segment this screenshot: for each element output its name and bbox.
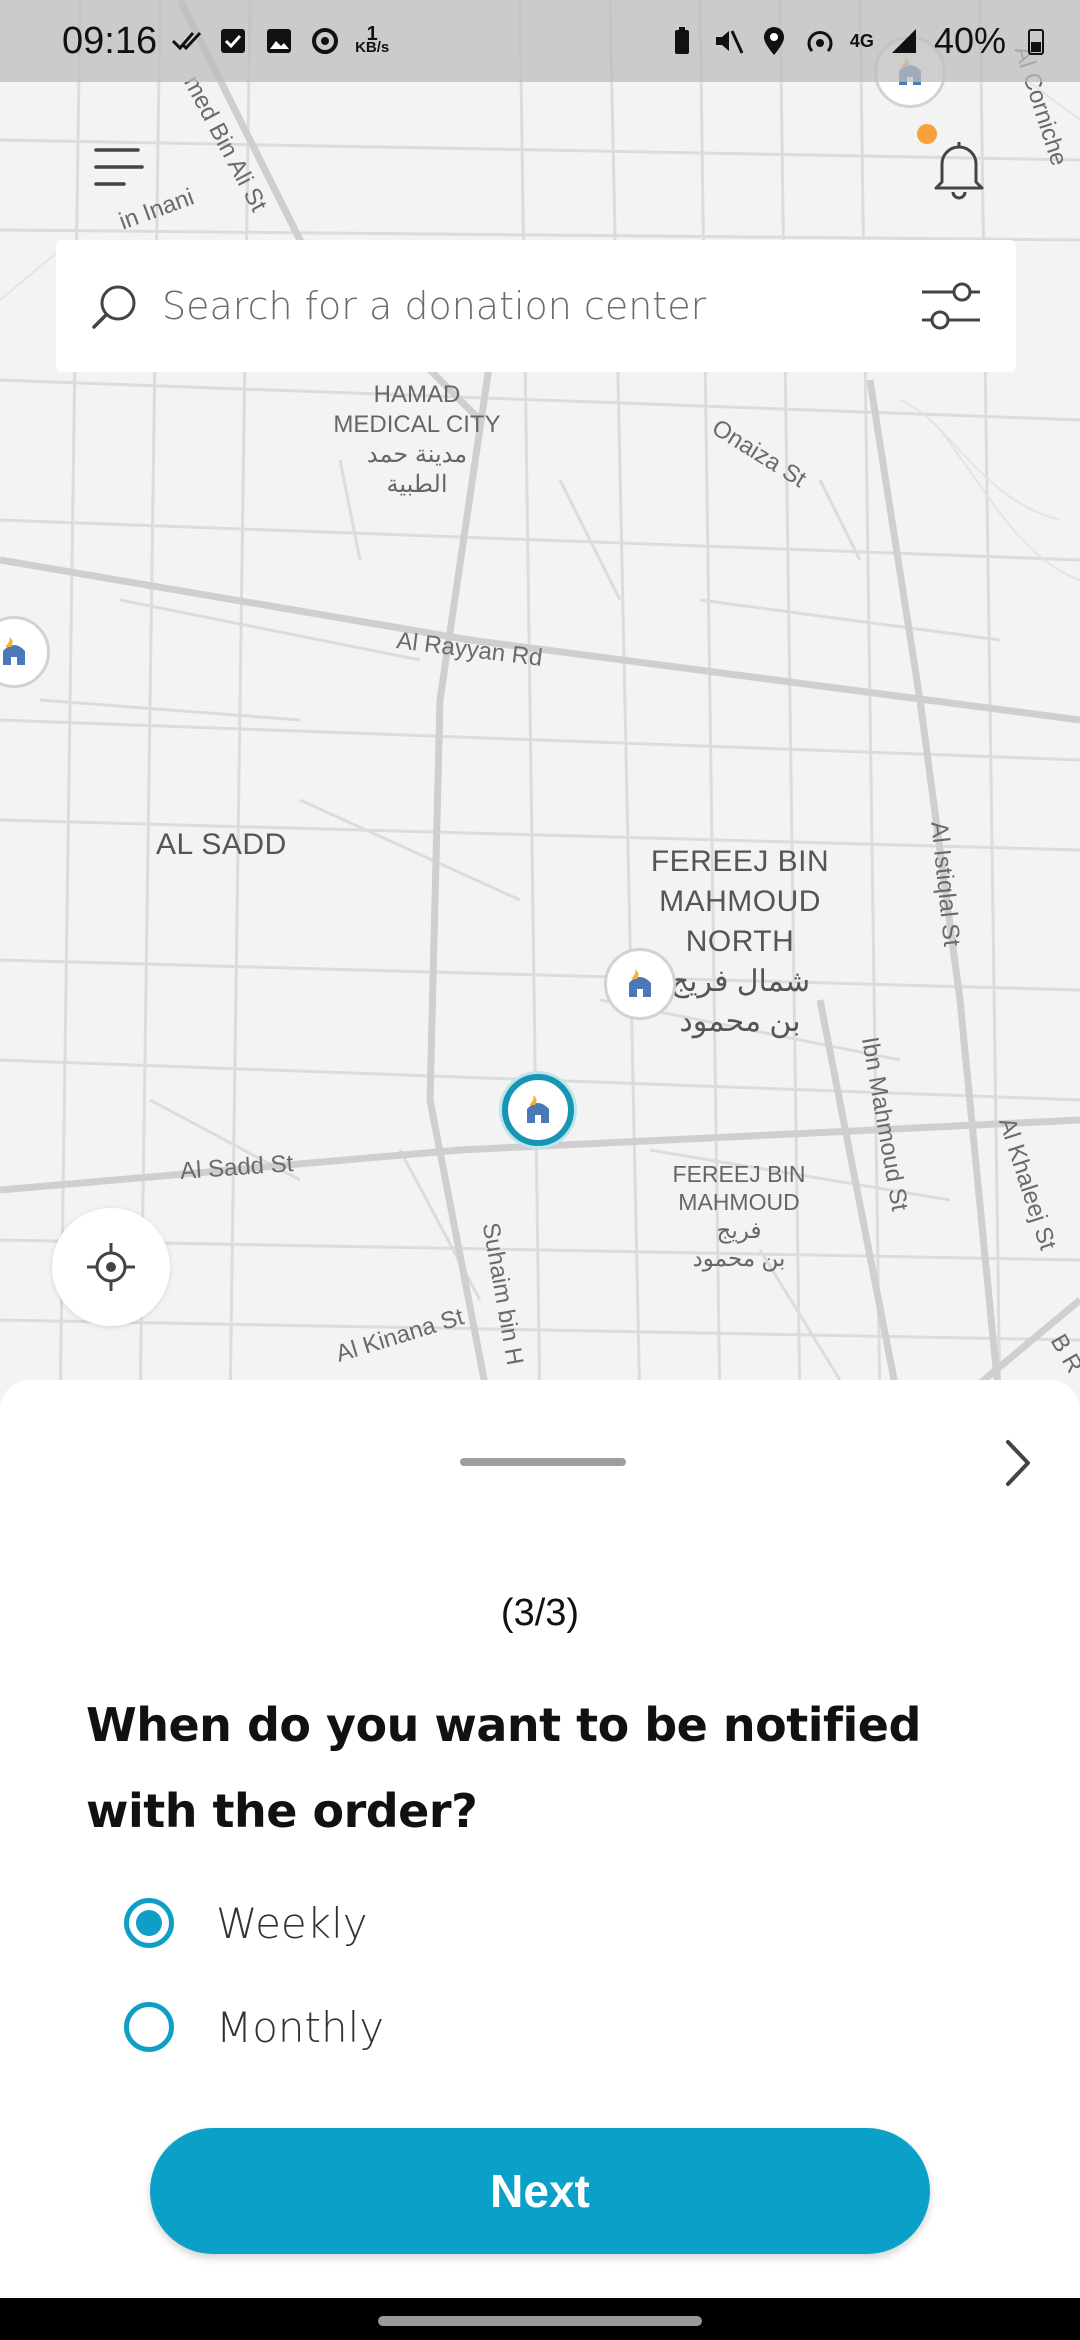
map-label-fereej-north: FEREEJ BIN MAHMOUD NORTH شمال فريج بن مح…	[650, 845, 830, 1038]
image-icon	[267, 29, 292, 53]
net-speed: 1 KB/s	[355, 23, 390, 56]
search-input[interactable]: Search for a donation center	[162, 284, 706, 328]
question-title: When do you want to be notified with the…	[86, 1698, 921, 1838]
network-type: 4G	[849, 30, 874, 51]
search-icon	[92, 285, 136, 329]
status-bar: 09:16 1 KB/s 4G 40%	[0, 0, 1080, 82]
mosque-icon	[527, 1095, 549, 1123]
radio-selected-dot	[136, 1910, 162, 1936]
menu-icon	[94, 148, 144, 186]
bottom-sheet: (3/3) When do you want to be notified wi…	[0, 1380, 1080, 2298]
mosque-icon	[629, 969, 651, 997]
map-label-hamad: HAMAD MEDICAL CITY مدينة حمد الطبية	[333, 381, 501, 498]
option-weekly[interactable]: Weekly	[124, 1898, 368, 1948]
navigation-bar	[0, 2298, 1080, 2340]
radio-monthly[interactable]	[124, 2002, 174, 2052]
location-icon	[763, 27, 784, 55]
option-label: Monthly	[216, 2002, 385, 2052]
map-view[interactable]: HAMAD MEDICAL CITY مدينة حمد الطبية Onai…	[0, 0, 1080, 1410]
crosshair-icon	[87, 1243, 135, 1291]
double-check-icon	[172, 31, 202, 51]
step-indicator: (3/3)	[500, 1592, 580, 1634]
filter-sliders-icon[interactable]	[918, 276, 984, 336]
battery-icon	[1028, 29, 1044, 55]
option-label: Weekly	[216, 1898, 368, 1948]
radio-weekly[interactable]	[124, 1898, 174, 1948]
hotspot-icon	[807, 31, 833, 53]
mosque-icon	[3, 637, 25, 665]
option-monthly[interactable]: Monthly	[124, 2002, 384, 2052]
chevron-right-icon[interactable]	[996, 1436, 1040, 1490]
selected-donation-center-marker[interactable]	[502, 1074, 574, 1146]
search-bar[interactable]: Search for a donation center	[56, 240, 1016, 372]
battery-percent: 40%	[933, 20, 1006, 61]
map-label-fereej: FEREEJ BIN MAHMOUD فريج بن محمود	[672, 1161, 806, 1271]
donation-center-marker[interactable]	[604, 948, 676, 1020]
sync-icon	[312, 28, 339, 54]
signal-icon	[891, 29, 916, 53]
bell-icon	[934, 142, 984, 200]
notifications-button[interactable]	[928, 136, 990, 200]
locate-me-button[interactable]	[52, 1208, 170, 1326]
map-label-al-sadd: AL SADD	[156, 828, 287, 861]
status-time: 09:16	[62, 19, 158, 62]
home-gesture-pill[interactable]	[378, 2316, 702, 2326]
battery-saver-icon	[674, 27, 689, 54]
menu-button[interactable]	[92, 140, 146, 194]
next-button[interactable]: Next	[150, 2128, 930, 2254]
drag-handle[interactable]	[460, 1458, 626, 1466]
checkbox-icon	[221, 29, 246, 53]
mute-icon	[715, 30, 744, 54]
